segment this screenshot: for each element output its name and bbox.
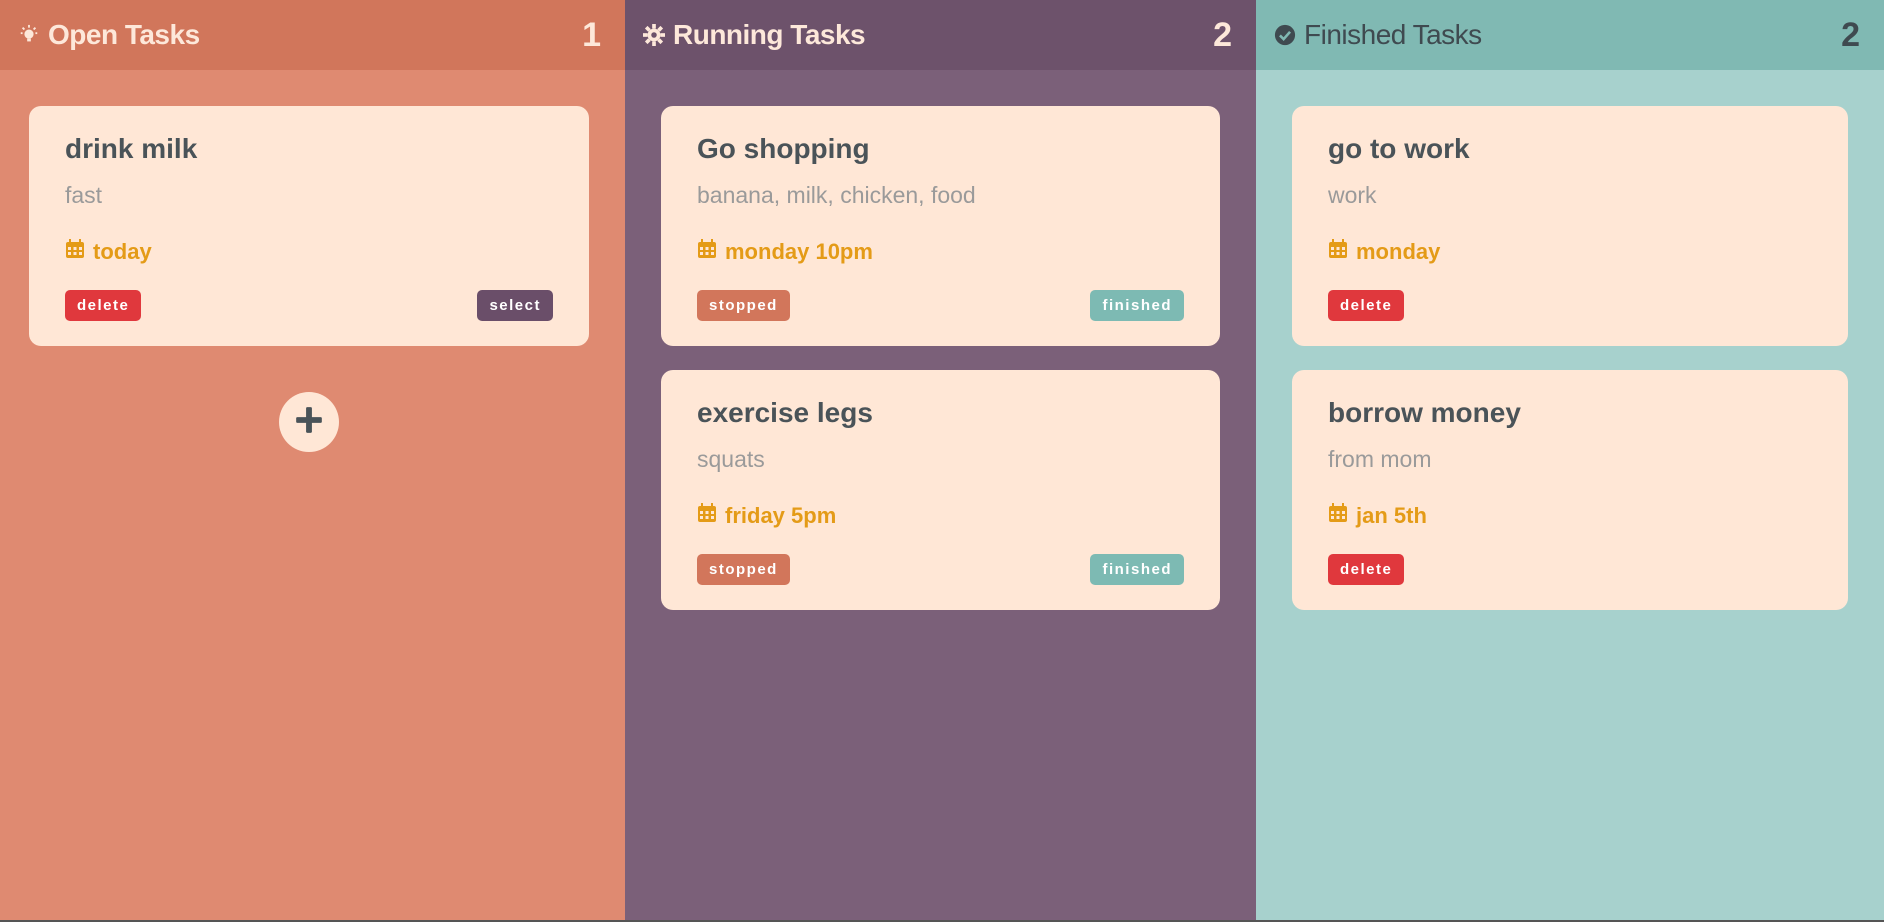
- task-date: jan 5th: [1328, 502, 1812, 529]
- task-card: Go shopping banana, milk, chicken, food …: [661, 106, 1220, 346]
- calendar-icon: [1328, 502, 1348, 529]
- task-date-label: jan 5th: [1356, 502, 1427, 528]
- task-title: Go shopping: [697, 133, 870, 164]
- plus-icon: [295, 406, 323, 439]
- delete-button[interactable]: delete: [65, 290, 142, 321]
- task-card: go to work work monday delete: [1292, 106, 1848, 346]
- task-title: exercise legs: [697, 397, 873, 428]
- running-tasks-count: 2: [1213, 15, 1232, 54]
- task-date: monday 10pm: [697, 238, 1184, 265]
- running-tasks-column: Running Tasks 2 Go shopping banana, milk…: [625, 0, 1256, 920]
- task-description: fast: [65, 181, 103, 208]
- finished-tasks-title: Finished Tasks: [1304, 19, 1482, 50]
- task-date: today: [65, 238, 553, 265]
- finished-button[interactable]: finished: [1090, 290, 1184, 321]
- task-description: banana, milk, chicken, food: [697, 181, 976, 208]
- check-circle-icon: [1274, 24, 1296, 46]
- task-card: borrow money from mom jan 5th delete: [1292, 370, 1848, 610]
- task-date: friday 5pm: [697, 502, 1184, 529]
- stopped-button[interactable]: stopped: [697, 554, 790, 585]
- finished-tasks-count: 2: [1841, 15, 1860, 54]
- open-tasks-header: Open Tasks 1: [0, 0, 625, 70]
- task-date-label: today: [93, 238, 152, 264]
- finished-tasks-header: Finished Tasks 2: [1256, 0, 1884, 70]
- task-title: drink milk: [65, 133, 198, 164]
- open-tasks-column: Open Tasks 1 drink milk fast today delet…: [0, 0, 625, 920]
- task-title: borrow money: [1328, 397, 1521, 428]
- lightbulb-icon: [18, 24, 40, 46]
- task-title: go to work: [1328, 133, 1470, 164]
- task-date: monday: [1328, 238, 1812, 265]
- task-card: drink milk fast today delete select: [29, 106, 589, 346]
- calendar-icon: [697, 238, 717, 265]
- task-date-label: monday: [1356, 238, 1441, 264]
- finished-button[interactable]: finished: [1090, 554, 1184, 585]
- task-card: exercise legs squats friday 5pm stopped …: [661, 370, 1220, 610]
- running-tasks-title: Running Tasks: [673, 19, 866, 50]
- delete-button[interactable]: delete: [1328, 290, 1405, 321]
- delete-button[interactable]: delete: [1328, 554, 1405, 585]
- calendar-icon: [1328, 238, 1348, 265]
- finished-tasks-column: Finished Tasks 2 go to work work monday …: [1256, 0, 1884, 920]
- task-date-label: friday 5pm: [725, 502, 837, 528]
- gear-icon: [643, 24, 665, 46]
- task-description: squats: [697, 445, 765, 472]
- open-tasks-count: 1: [582, 15, 601, 54]
- select-button[interactable]: select: [477, 290, 553, 321]
- task-description: from mom: [1328, 445, 1432, 472]
- add-task-button[interactable]: [279, 392, 339, 452]
- task-date-label: monday 10pm: [725, 238, 873, 264]
- stopped-button[interactable]: stopped: [697, 290, 790, 321]
- task-description: work: [1328, 181, 1377, 208]
- calendar-icon: [697, 502, 717, 529]
- open-tasks-title: Open Tasks: [48, 19, 200, 50]
- calendar-icon: [65, 238, 85, 265]
- running-tasks-header: Running Tasks 2: [625, 0, 1256, 70]
